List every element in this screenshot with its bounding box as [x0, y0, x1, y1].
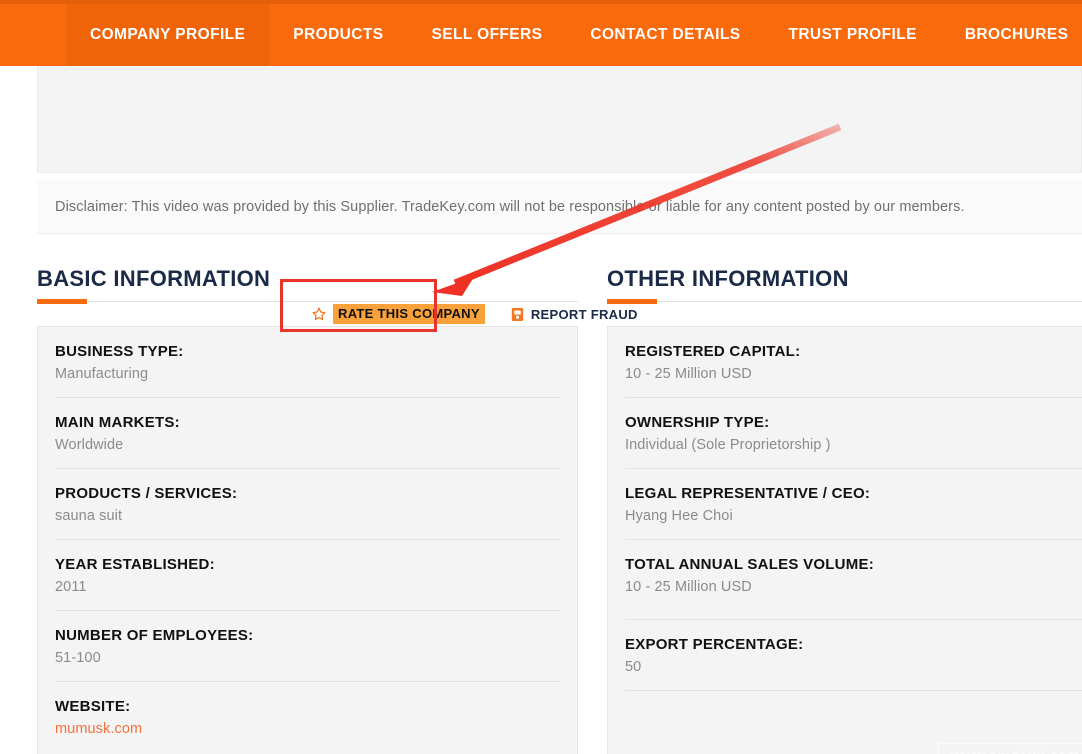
info-row: NUMBER OF EMPLOYEES: 51-100	[55, 611, 560, 682]
other-information-section: OTHER INFORMATION REGISTERED CAPITAL: 10…	[607, 266, 1082, 754]
video-disclaimer-bar: Disclaimer: This video was provided by t…	[37, 180, 1082, 234]
row-label: PRODUCTS / SERVICES:	[55, 485, 238, 502]
nav-label: SELL OFFERS	[431, 26, 543, 43]
nav-label: BROCHURES	[964, 26, 1069, 43]
row-value: Individual (Sole Proprietorship )	[625, 437, 831, 453]
info-row: REGISTERED CAPITAL: 10 - 25 Million USD	[625, 327, 1082, 398]
flag-icon	[511, 307, 524, 322]
row-value: sauna suit	[55, 508, 123, 524]
nav-item-trust-profile[interactable]: TRUST PROFILE	[764, 4, 940, 66]
report-fraud-button[interactable]: REPORT FRAUD	[511, 307, 638, 322]
row-label: YEAR ESTABLISHED:	[55, 556, 215, 573]
nav-label: TRUST PROFILE	[788, 26, 917, 43]
nav-label: CONTACT DETAILS	[590, 26, 741, 43]
row-label: EXPORT PERCENTAGE:	[625, 636, 804, 653]
basic-information-section: BASIC INFORMATION RATE THIS COMPANY REPO…	[37, 266, 637, 754]
info-row: PRODUCTS / SERVICES: sauna suit	[55, 469, 560, 540]
rate-this-company-button[interactable]: RATE THIS COMPANY	[312, 304, 485, 324]
row-value: Worldwide	[55, 437, 124, 453]
row-label: BUSINESS TYPE:	[55, 343, 184, 360]
disclaimer-text: Disclaimer: This video was provided by t…	[55, 198, 965, 215]
row-value: 10 - 25 Million USD	[625, 579, 752, 595]
row-label: LEGAL REPRESENTATIVE / CEO:	[625, 485, 871, 502]
other-information-card: REGISTERED CAPITAL: 10 - 25 Million USD …	[607, 326, 1082, 754]
info-row: EXPORT PERCENTAGE: 50	[625, 620, 1082, 691]
basic-information-heading: BASIC INFORMATION	[37, 266, 271, 291]
website-link[interactable]: mumusk.com	[55, 721, 560, 737]
nav-label: PRODUCTS	[293, 26, 384, 43]
row-label: REGISTERED CAPITAL:	[625, 343, 801, 360]
nav-item-contact-details[interactable]: CONTACT DETAILS	[566, 4, 764, 66]
row-value: 10 - 25 Million USD	[625, 366, 752, 382]
nav-left-spacer	[0, 4, 66, 66]
row-value: 50	[625, 659, 642, 675]
video-player-panel[interactable]	[37, 66, 1082, 173]
row-label: OWNERSHIP TYPE:	[625, 414, 770, 431]
row-label: MAIN MARKETS:	[55, 414, 180, 431]
info-row: BUSINESS TYPE: Manufacturing	[55, 327, 560, 398]
main-navigation: COMPANY PROFILE PRODUCTS SELL OFFERS CON…	[0, 0, 1082, 66]
row-label: WEBSITE:	[55, 698, 131, 715]
info-row: YEAR ESTABLISHED: 2011	[55, 540, 560, 611]
star-icon	[312, 307, 326, 321]
info-row: LEGAL REPRESENTATIVE / CEO: Hyang Hee Ch…	[625, 469, 1082, 540]
row-value: 51-100	[55, 650, 101, 666]
watermark: www.amz123.com	[938, 743, 1082, 754]
info-row: MAIN MARKETS: Worldwide	[55, 398, 560, 469]
page-root: COMPANY PROFILE PRODUCTS SELL OFFERS CON…	[0, 0, 1082, 754]
info-row: TOTAL ANNUAL SALES VOLUME: 10 - 25 Milli…	[625, 540, 1082, 620]
row-value: 2011	[55, 579, 87, 595]
nav-item-products[interactable]: PRODUCTS	[269, 4, 407, 66]
nav-label: COMPANY PROFILE	[90, 26, 246, 43]
nav-item-sell-offers[interactable]: SELL OFFERS	[407, 4, 566, 66]
company-actions: RATE THIS COMPANY REPORT FRAUD	[312, 304, 638, 324]
nav-item-company-profile[interactable]: COMPANY PROFILE	[66, 4, 270, 66]
basic-information-underline	[37, 299, 578, 304]
rate-this-company-label: RATE THIS COMPANY	[333, 304, 485, 324]
basic-information-card: BUSINESS TYPE: Manufacturing MAIN MARKET…	[37, 326, 578, 754]
other-information-underline	[607, 299, 1082, 304]
row-label: NUMBER OF EMPLOYEES:	[55, 627, 254, 644]
other-information-heading: OTHER INFORMATION	[607, 266, 849, 291]
info-row: OWNERSHIP TYPE: Individual (Sole Proprie…	[625, 398, 1082, 469]
row-value: Hyang Hee Choi	[625, 508, 733, 524]
info-row: WEBSITE: mumusk.com	[55, 682, 560, 752]
row-label: TOTAL ANNUAL SALES VOLUME:	[625, 556, 875, 573]
nav-item-brochures[interactable]: BROCHURES	[941, 4, 1082, 66]
report-fraud-label: REPORT FRAUD	[530, 306, 638, 322]
row-value: Manufacturing	[55, 366, 149, 382]
